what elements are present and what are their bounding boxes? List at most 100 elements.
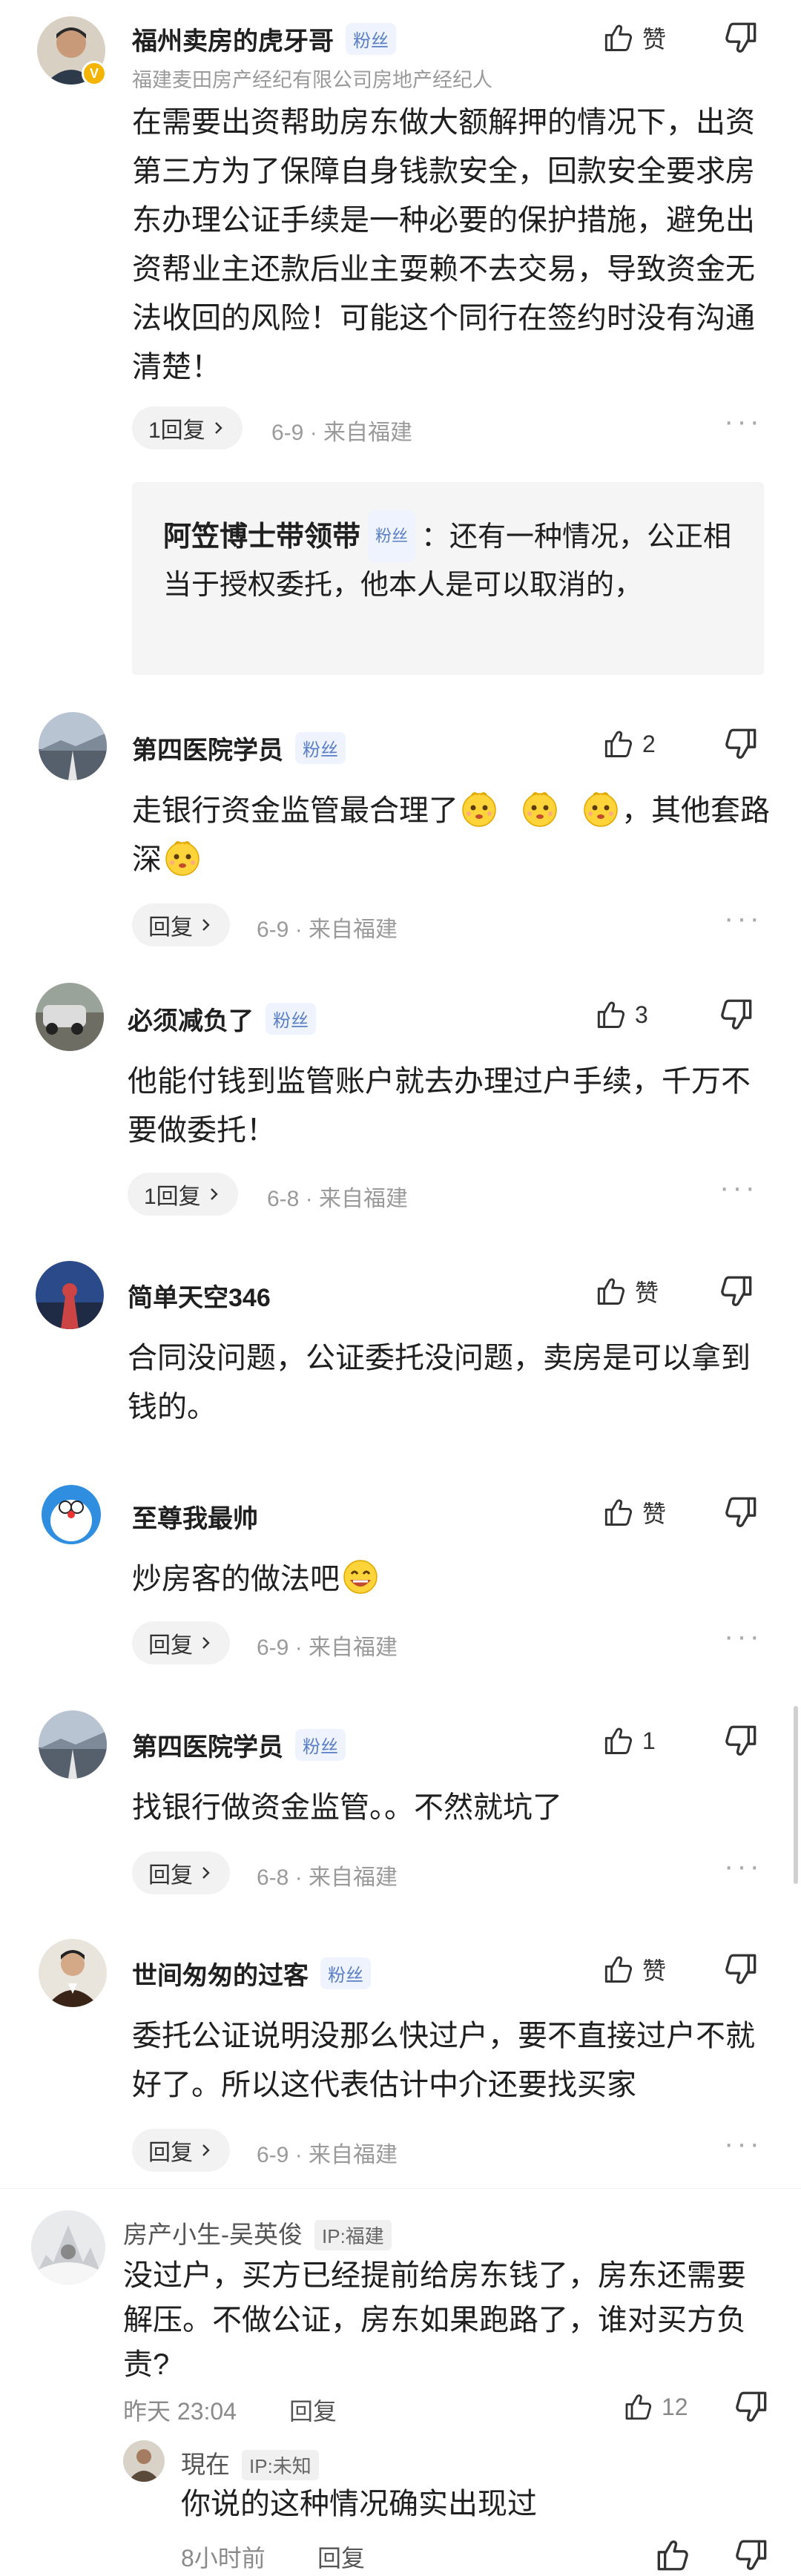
chevron-right-icon [207, 1187, 222, 1202]
reply-button[interactable]: 回复 [132, 903, 230, 946]
more-icon[interactable]: ··· [724, 2127, 762, 2161]
comment-item: 世间匆匆的过客 粉丝 赞 委托公证说明没那么快过户，要不直接过户不就好了。所以这代… [0, 1936, 801, 2181]
sub-reply-box[interactable]: 阿笠博士带领带 粉丝 ：还有一种情况，公正相当于授权委托，他本人是可以取消的， [132, 482, 764, 675]
sub-reply-text: 阿笠博士带领带 粉丝 ：还有一种情况，公正相当于授权委托，他本人是可以取消的， [163, 510, 742, 608]
avatar[interactable] [31, 2210, 105, 2285]
avatar[interactable] [37, 1480, 105, 1549]
avatar[interactable] [39, 1710, 107, 1779]
more-icon[interactable]: ··· [724, 902, 762, 935]
like-count: 赞 [642, 1957, 667, 1984]
thumb-up-icon [622, 2391, 653, 2422]
like-count: 1 [642, 1727, 656, 1754]
comment-text: 委托公证说明没那么快过户，要不直接过户不就好了。所以这代表估计中介还要找买家 [132, 2020, 755, 2101]
comment-time: 昨天 23:04 [123, 2398, 237, 2425]
more-icon[interactable]: ··· [724, 405, 762, 438]
emoji-icon [162, 837, 203, 878]
fan-badge: 粉丝 [320, 1957, 371, 1989]
avatar[interactable] [39, 1939, 107, 2007]
thumb-up-icon [601, 22, 633, 54]
comment-author[interactable]: 現在 IP:未知 [181, 2445, 319, 2480]
fan-badge: 粉丝 [346, 23, 396, 55]
sub-reply-author[interactable]: 阿笠博士带领带 [163, 521, 360, 553]
fan-badge: 粉丝 [266, 1003, 316, 1035]
author-subtitle: 福建麦田房产经纪有限公司房地产经纪人 [132, 69, 492, 91]
comment-author[interactable]: 第四医院学员 粉丝 [132, 1727, 346, 1763]
thumb-down-icon[interactable] [719, 996, 756, 1033]
comment-text: 没过户，买方已经提前给房东钱了，房东还需要解压。不做公证，房东如果跑路了，谁对买… [123, 2259, 746, 2381]
comment-item: 現在 IP:未知 你说的这种情况确实出现过 8小时前 回复 [0, 2440, 801, 2576]
thumb-up-icon [601, 1496, 633, 1529]
comment-item: 第四医院学员 粉丝 1 找银行做资金监管。。不然就坑了 回复 6-8 · 来自福建… [0, 1706, 801, 1914]
like-button[interactable]: 赞 [593, 1273, 659, 1310]
more-icon[interactable]: ··· [724, 1850, 762, 1883]
comment-meta: 6-8 · 来自福建 [257, 1865, 398, 1890]
like-button[interactable]: 1 [601, 1722, 656, 1759]
thumb-up-icon [601, 728, 633, 760]
comment-meta: 6-9 · 来自福建 [257, 918, 398, 942]
reply-button[interactable]: 回复 [317, 2540, 365, 2574]
fan-badge: 粉丝 [295, 732, 346, 764]
fan-badge: 粉丝 [368, 510, 416, 562]
comment-text: 他能付钱到监管账户就去办理过户手续，千万不要做委托！ [128, 1065, 751, 1147]
like-button[interactable]: 2 [601, 725, 656, 762]
avatar[interactable] [36, 1261, 104, 1329]
reply-button[interactable]: 1回复 [132, 406, 243, 449]
emoji-icon [458, 788, 500, 829]
comment-text: 你说的这种情况确实出现过 [181, 2488, 537, 2520]
thumb-down-icon[interactable] [724, 1951, 761, 1988]
emoji-icon [519, 788, 561, 829]
chevron-right-icon [199, 1635, 214, 1650]
comment-meta: 6-9 · 来自福建 [257, 2143, 398, 2167]
comment-meta: 6-8 · 来自福建 [267, 1187, 409, 1211]
like-count: 赞 [642, 1501, 667, 1527]
thumb-up-icon [593, 998, 626, 1031]
thumb-down-icon[interactable] [719, 1273, 756, 1310]
thumb-down-icon[interactable] [734, 2388, 771, 2425]
thumb-down-icon[interactable] [724, 19, 761, 56]
reply-button[interactable]: 回复 [132, 2129, 230, 2172]
comment-item: 至尊我最帅 赞 炒房客的做法吧 回复 6-9 · 来自福建 ··· [0, 1480, 801, 1688]
thumb-up-icon [601, 1725, 633, 1757]
comment-time: 8小时前 [181, 2545, 266, 2572]
comment-author[interactable]: 福州卖房的虎牙哥 粉丝 [132, 21, 396, 57]
chevron-right-icon [211, 421, 226, 435]
comment-text: 炒房客的做法吧 [132, 1555, 770, 1604]
like-button[interactable]: 赞 [601, 1951, 666, 1988]
like-button[interactable]: 赞 [601, 1494, 666, 1531]
comment-author[interactable]: 第四医院学员 粉丝 [132, 730, 346, 766]
reply-button[interactable]: 回复 [132, 1621, 230, 1664]
thumb-down-icon[interactable] [724, 725, 761, 762]
comment-item: 必须减负了 粉丝 3 他能付钱到监管账户就去办理过户手续，千万不要做委托！ 1回复… [0, 983, 801, 1250]
reply-button[interactable]: 回复 [289, 2393, 337, 2427]
comment-author[interactable]: 必须减负了 粉丝 [128, 1001, 316, 1037]
thumb-up-icon[interactable] [653, 2537, 690, 2574]
like-count: 12 [662, 2393, 688, 2420]
like-count: 3 [635, 1001, 648, 1028]
more-icon[interactable]: ··· [719, 1171, 758, 1205]
like-button[interactable]: 3 [593, 996, 648, 1033]
avatar[interactable] [39, 712, 107, 780]
like-count: 赞 [635, 1279, 659, 1306]
verified-badge-icon: V [82, 61, 107, 86]
like-count: 赞 [642, 26, 667, 53]
more-icon[interactable]: ··· [724, 1620, 762, 1653]
comment-author[interactable]: 简单天空346 [128, 1277, 271, 1314]
like-button[interactable]: 赞 [601, 19, 666, 56]
comment-author[interactable]: 房产小生-吴英俊 IP:福建 [123, 2215, 392, 2250]
reply-button[interactable]: 回复 [132, 1851, 230, 1894]
avatar[interactable] [123, 2440, 165, 2482]
thumb-down-icon[interactable] [734, 2537, 771, 2574]
comment-author[interactable]: 至尊我最帅 [132, 1498, 258, 1535]
reply-button[interactable]: 1回复 [128, 1173, 238, 1216]
thumb-up-icon [593, 1275, 626, 1308]
avatar[interactable] [36, 983, 104, 1051]
comment-author[interactable]: 世间匆匆的过客 粉丝 [132, 1955, 371, 1992]
thumb-down-icon[interactable] [724, 1722, 761, 1759]
comment-text: 走银行资金监管最合理了 ，其他套路深 [132, 786, 770, 884]
scrollbar[interactable] [794, 1706, 798, 1884]
comment-item: 简单天空346 赞 合同没问题，公证委托没问题，卖房是可以拿到钱的。 [0, 1261, 801, 1469]
chevron-right-icon [199, 918, 214, 932]
thumb-down-icon[interactable] [724, 1494, 761, 1531]
like-button[interactable]: 12 [622, 2388, 688, 2425]
ip-badge: IP:未知 [242, 2450, 319, 2480]
